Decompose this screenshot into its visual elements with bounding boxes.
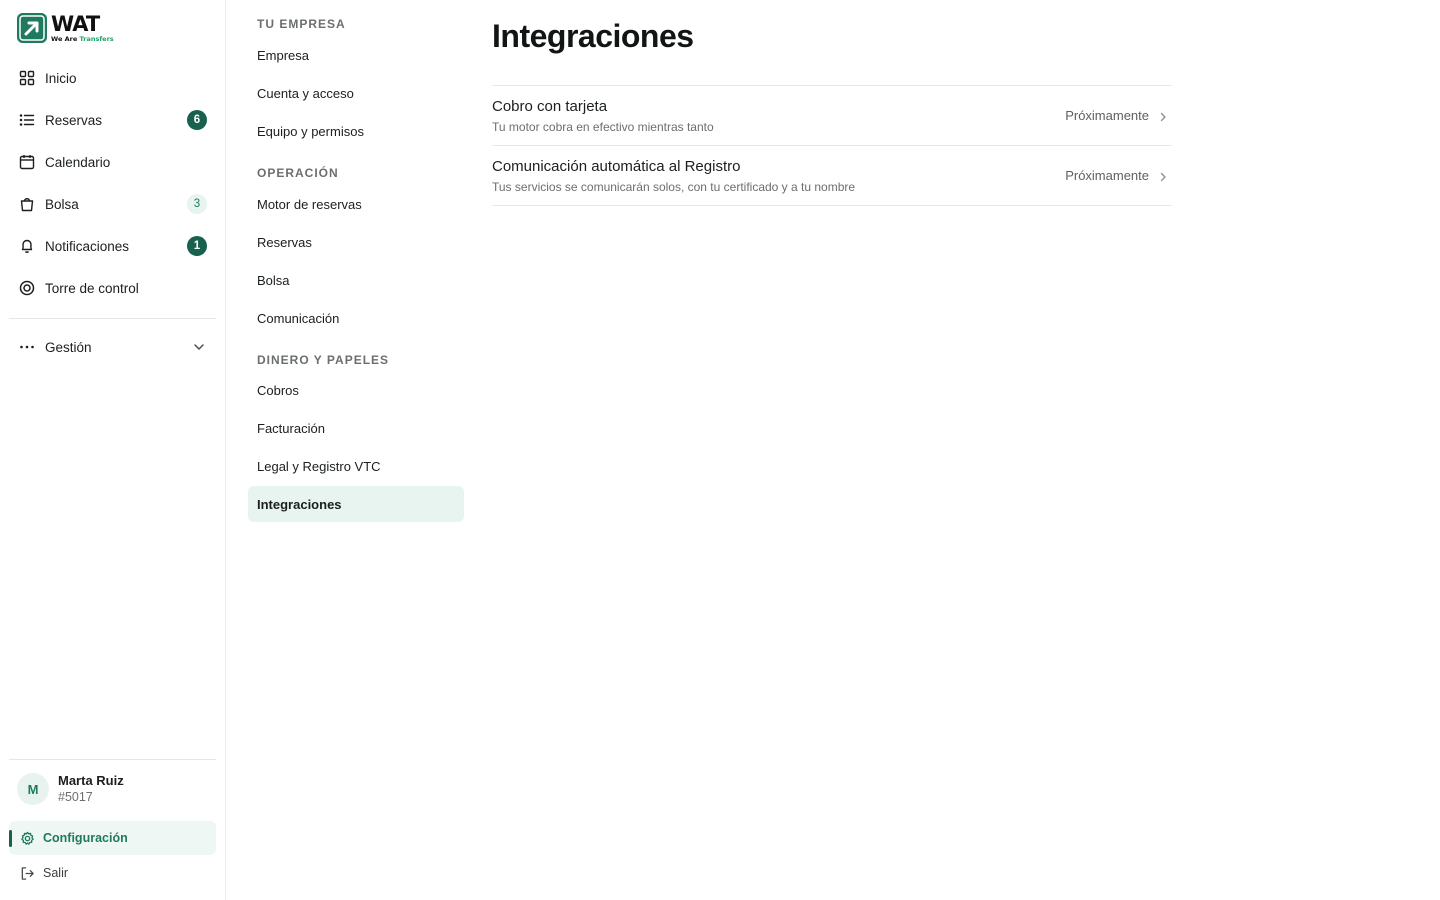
section-title-dinero-y-papeles: DINERO Y PAPELES — [257, 353, 390, 367]
nav-label: Calendario — [45, 154, 111, 170]
nav-item-bolsa[interactable]: Bolsa 3 — [9, 183, 216, 225]
integration-title: Comunicación automática al Registro — [492, 158, 741, 175]
nav-item-inicio[interactable]: Inicio — [9, 57, 216, 99]
gear-icon — [19, 830, 35, 846]
page-title: Integraciones — [492, 18, 694, 54]
nav-label: Torre de control — [45, 280, 139, 296]
settings-item-facturacion[interactable]: Facturación — [248, 410, 464, 446]
main-nav: Inicio Reservas 6 Calendario Bolsa 3 Not… — [9, 57, 216, 309]
bell-icon — [19, 238, 35, 254]
integration-status: Próximamente — [1065, 168, 1149, 183]
configuracion-button[interactable]: Configuración — [9, 821, 216, 855]
chevron-right-icon — [1157, 110, 1169, 128]
bolsa-count-badge: 3 — [187, 194, 207, 214]
integrations-list: Cobro con tarjeta Tu motor cobra en efec… — [492, 85, 1172, 206]
nav-item-notificaciones[interactable]: Notificaciones 1 — [9, 225, 216, 267]
integration-description: Tus servicios se comunicarán solos, con … — [492, 180, 856, 194]
nav-item-gestion[interactable]: Gestión — [9, 326, 216, 368]
nav-label: Notificaciones — [45, 238, 130, 254]
settings-item-reservas[interactable]: Reservas — [248, 224, 464, 260]
nav-label: Inicio — [45, 70, 77, 86]
target-icon — [19, 280, 35, 296]
configuracion-label: Configuración — [43, 831, 128, 845]
section-title-tu-empresa: TU EMPRESA — [257, 17, 346, 31]
sidebar: WAT We Are Transfers Inicio Reservas 6 C… — [0, 0, 226, 900]
user-id: #5017 — [58, 790, 93, 804]
settings-item-legal-y-registro-vtc[interactable]: Legal y Registro VTC — [248, 448, 464, 484]
nav-item-calendario[interactable]: Calendario — [9, 141, 216, 183]
integration-title: Cobro con tarjeta — [492, 98, 608, 115]
settings-item-empresa[interactable]: Empresa — [248, 37, 464, 73]
logo-arrow-icon — [17, 13, 47, 43]
grid-icon — [19, 70, 35, 86]
sidebar-divider — [9, 318, 216, 319]
settings-item-cobros[interactable]: Cobros — [248, 372, 464, 408]
logout-label: Salir — [43, 866, 69, 880]
calendar-icon — [19, 154, 35, 170]
nav-item-reservas[interactable]: Reservas 6 — [9, 99, 216, 141]
bag-icon — [19, 196, 35, 212]
settings-item-cuenta-y-acceso[interactable]: Cuenta y acceso — [248, 75, 464, 111]
settings-item-bolsa[interactable]: Bolsa — [248, 262, 464, 298]
more-dots-icon — [19, 339, 35, 355]
chevron-down-icon — [192, 340, 206, 359]
settings-item-motor-de-reservas[interactable]: Motor de reservas — [248, 186, 464, 222]
reservas-count-badge: 6 — [187, 110, 207, 130]
logo-wordmark: WAT — [51, 11, 100, 36]
logout-icon — [19, 865, 35, 881]
nav-item-torre-de-control[interactable]: Torre de control — [9, 267, 216, 309]
settings-item-comunicacion[interactable]: Comunicación — [248, 300, 464, 336]
nav-label: Gestión — [45, 339, 92, 355]
list-icon — [19, 112, 35, 128]
integration-row-comunicacion-registro[interactable]: Comunicación automática al Registro Tus … — [492, 146, 1172, 206]
avatar: M — [17, 773, 49, 805]
logout-button[interactable]: Salir — [9, 857, 216, 889]
nav-label: Bolsa — [45, 196, 79, 212]
notificaciones-count-badge: 1 — [187, 236, 207, 256]
section-title-operacion: OPERACIÓN — [257, 166, 339, 180]
user-profile[interactable]: M Marta Ruiz #5017 — [17, 773, 124, 805]
integration-row-cobro-con-tarjeta[interactable]: Cobro con tarjeta Tu motor cobra en efec… — [492, 86, 1172, 146]
chevron-right-icon — [1157, 170, 1169, 188]
sidebar-divider — [9, 759, 216, 760]
settings-item-integraciones[interactable]: Integraciones — [248, 486, 464, 522]
wat-logo[interactable]: WAT We Are Transfers — [17, 12, 127, 44]
integration-status: Próximamente — [1065, 108, 1149, 123]
logo-tagline: We Are Transfers — [51, 34, 114, 43]
integration-description: Tu motor cobra en efectivo mientras tant… — [492, 120, 714, 134]
settings-item-equipo-y-permisos[interactable]: Equipo y permisos — [248, 113, 464, 149]
nav-label: Reservas — [45, 112, 103, 128]
user-name: Marta Ruiz — [58, 773, 124, 788]
